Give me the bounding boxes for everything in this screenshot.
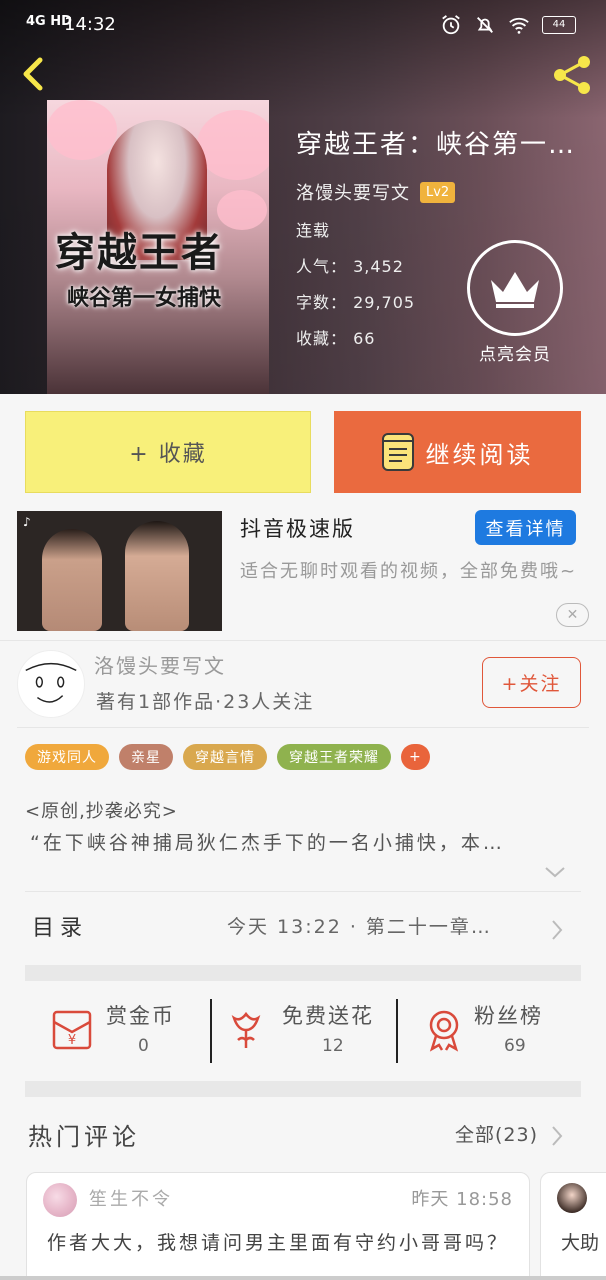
reward-coins[interactable]: ¥ 赏金币 0 (48, 1000, 208, 1062)
continue-reading-button[interactable]: 继续阅读 (334, 411, 581, 493)
tag-item[interactable]: 游戏同人 (25, 744, 109, 770)
fans-ranking[interactable]: 粉丝榜 69 (420, 1000, 580, 1062)
red-envelope-icon: ¥ (52, 1010, 92, 1050)
medal-icon (429, 1010, 459, 1052)
book-cover[interactable]: 穿越王者 峡谷第一女捕快 (47, 100, 269, 394)
douyin-icon: ♪ (23, 515, 31, 529)
divider (17, 727, 589, 728)
book-status: 连载 (296, 221, 331, 240)
tag-item[interactable]: 亲星 (119, 744, 173, 770)
back-button[interactable] (14, 52, 54, 96)
vip-button[interactable]: 点亮会员 (466, 240, 564, 365)
author-name[interactable]: 洛馒头要写文 (94, 650, 226, 679)
tag-list: 游戏同人 亲星 穿越言情 穿越王者荣耀 + (25, 744, 430, 770)
stat-divider (396, 999, 398, 1063)
tag-more-button[interactable]: + (401, 744, 430, 770)
ad-details-button[interactable]: 查看详情 (475, 510, 576, 545)
chevron-down-icon[interactable] (543, 864, 567, 880)
comment-text: 作者大大，我想请问男主里面有守约小哥哥吗？ (47, 1232, 510, 1254)
tag-item[interactable]: 穿越王者荣耀 (277, 744, 391, 770)
catalog-label[interactable]: 目录 (32, 910, 88, 942)
status-icons: 44 (440, 14, 576, 36)
share-button[interactable] (550, 52, 596, 98)
book-icon (381, 433, 414, 471)
ad-title[interactable]: 抖音极速版 (240, 513, 355, 543)
comment-time: 昨天 18:58 (411, 1189, 513, 1210)
divider (25, 891, 581, 892)
alarm-icon (442, 15, 460, 35)
status-bar: 4G HD 14:32 44 (0, 0, 606, 54)
ad-close-button[interactable]: ✕ (556, 603, 589, 627)
hot-comments-title: 热门评论 (28, 1123, 140, 1151)
book-author[interactable]: 洛馒头要写文 (296, 179, 410, 205)
section-separator (25, 965, 581, 981)
vip-label: 点亮会员 (479, 345, 551, 365)
author-avatar[interactable] (17, 650, 85, 718)
cover-subtitle: 峡谷第一女捕快 (67, 285, 222, 311)
stat-divider (210, 999, 212, 1063)
battery-icon: 44 (542, 16, 576, 34)
commenter-avatar[interactable] (557, 1183, 587, 1213)
catalog-latest-chapter[interactable]: 今天 13:22 · 第二十一章… (227, 912, 523, 939)
free-flowers[interactable]: 免费送花 12 (222, 1000, 392, 1062)
book-title: 穿越王者：峡谷第一女捕快 (296, 130, 586, 160)
chevron-right-icon[interactable] (550, 918, 564, 942)
follow-button[interactable]: +关注 (482, 657, 581, 708)
commenter-name[interactable]: 笙生不令 (89, 1185, 173, 1211)
section-separator (25, 1081, 581, 1097)
wifi-icon (509, 17, 529, 34)
add-to-collection-button[interactable]: + 收藏 (25, 411, 311, 493)
continue-reading-label: 继续阅读 (425, 440, 534, 469)
all-comments-link[interactable]: 全部(23) (455, 1120, 538, 1147)
svg-text:¥: ¥ (68, 1033, 76, 1048)
clock: 14:32 (64, 14, 116, 35)
divider (0, 640, 606, 641)
book-intro[interactable]: “在下峡谷神捕局狄仁杰手下的一名小捕快，本… (30, 828, 582, 855)
commenter-avatar[interactable] (43, 1183, 77, 1217)
mute-icon (477, 17, 493, 33)
flower-icon (231, 1011, 261, 1048)
book-header: 4G HD 14:32 44 穿越王者 峡谷第一女捕快 穿越王者：峡谷第一女捕快… (0, 0, 606, 394)
comment-card[interactable]: 大助 (540, 1172, 606, 1280)
scroll-indicator (0, 1276, 606, 1280)
comment-text: 大助 (561, 1232, 600, 1254)
cover-title: 穿越王者 (55, 229, 223, 276)
author-meta: 著有1部作品·23人关注 (96, 691, 315, 713)
ad-image[interactable]: ♪ (17, 511, 222, 631)
ad-description: 适合无聊时观看的视频，全部免费哦~ (240, 561, 578, 582)
level-badge: Lv2 (420, 181, 456, 203)
tag-item[interactable]: 穿越言情 (183, 744, 267, 770)
original-notice: <原创,抄袭必究> (25, 801, 178, 822)
crown-icon (467, 240, 563, 336)
comment-card[interactable]: 笙生不令 昨天 18:58 作者大大，我想请问男主里面有守约小哥哥吗？ (26, 1172, 530, 1280)
chevron-right-icon[interactable] (550, 1124, 564, 1148)
